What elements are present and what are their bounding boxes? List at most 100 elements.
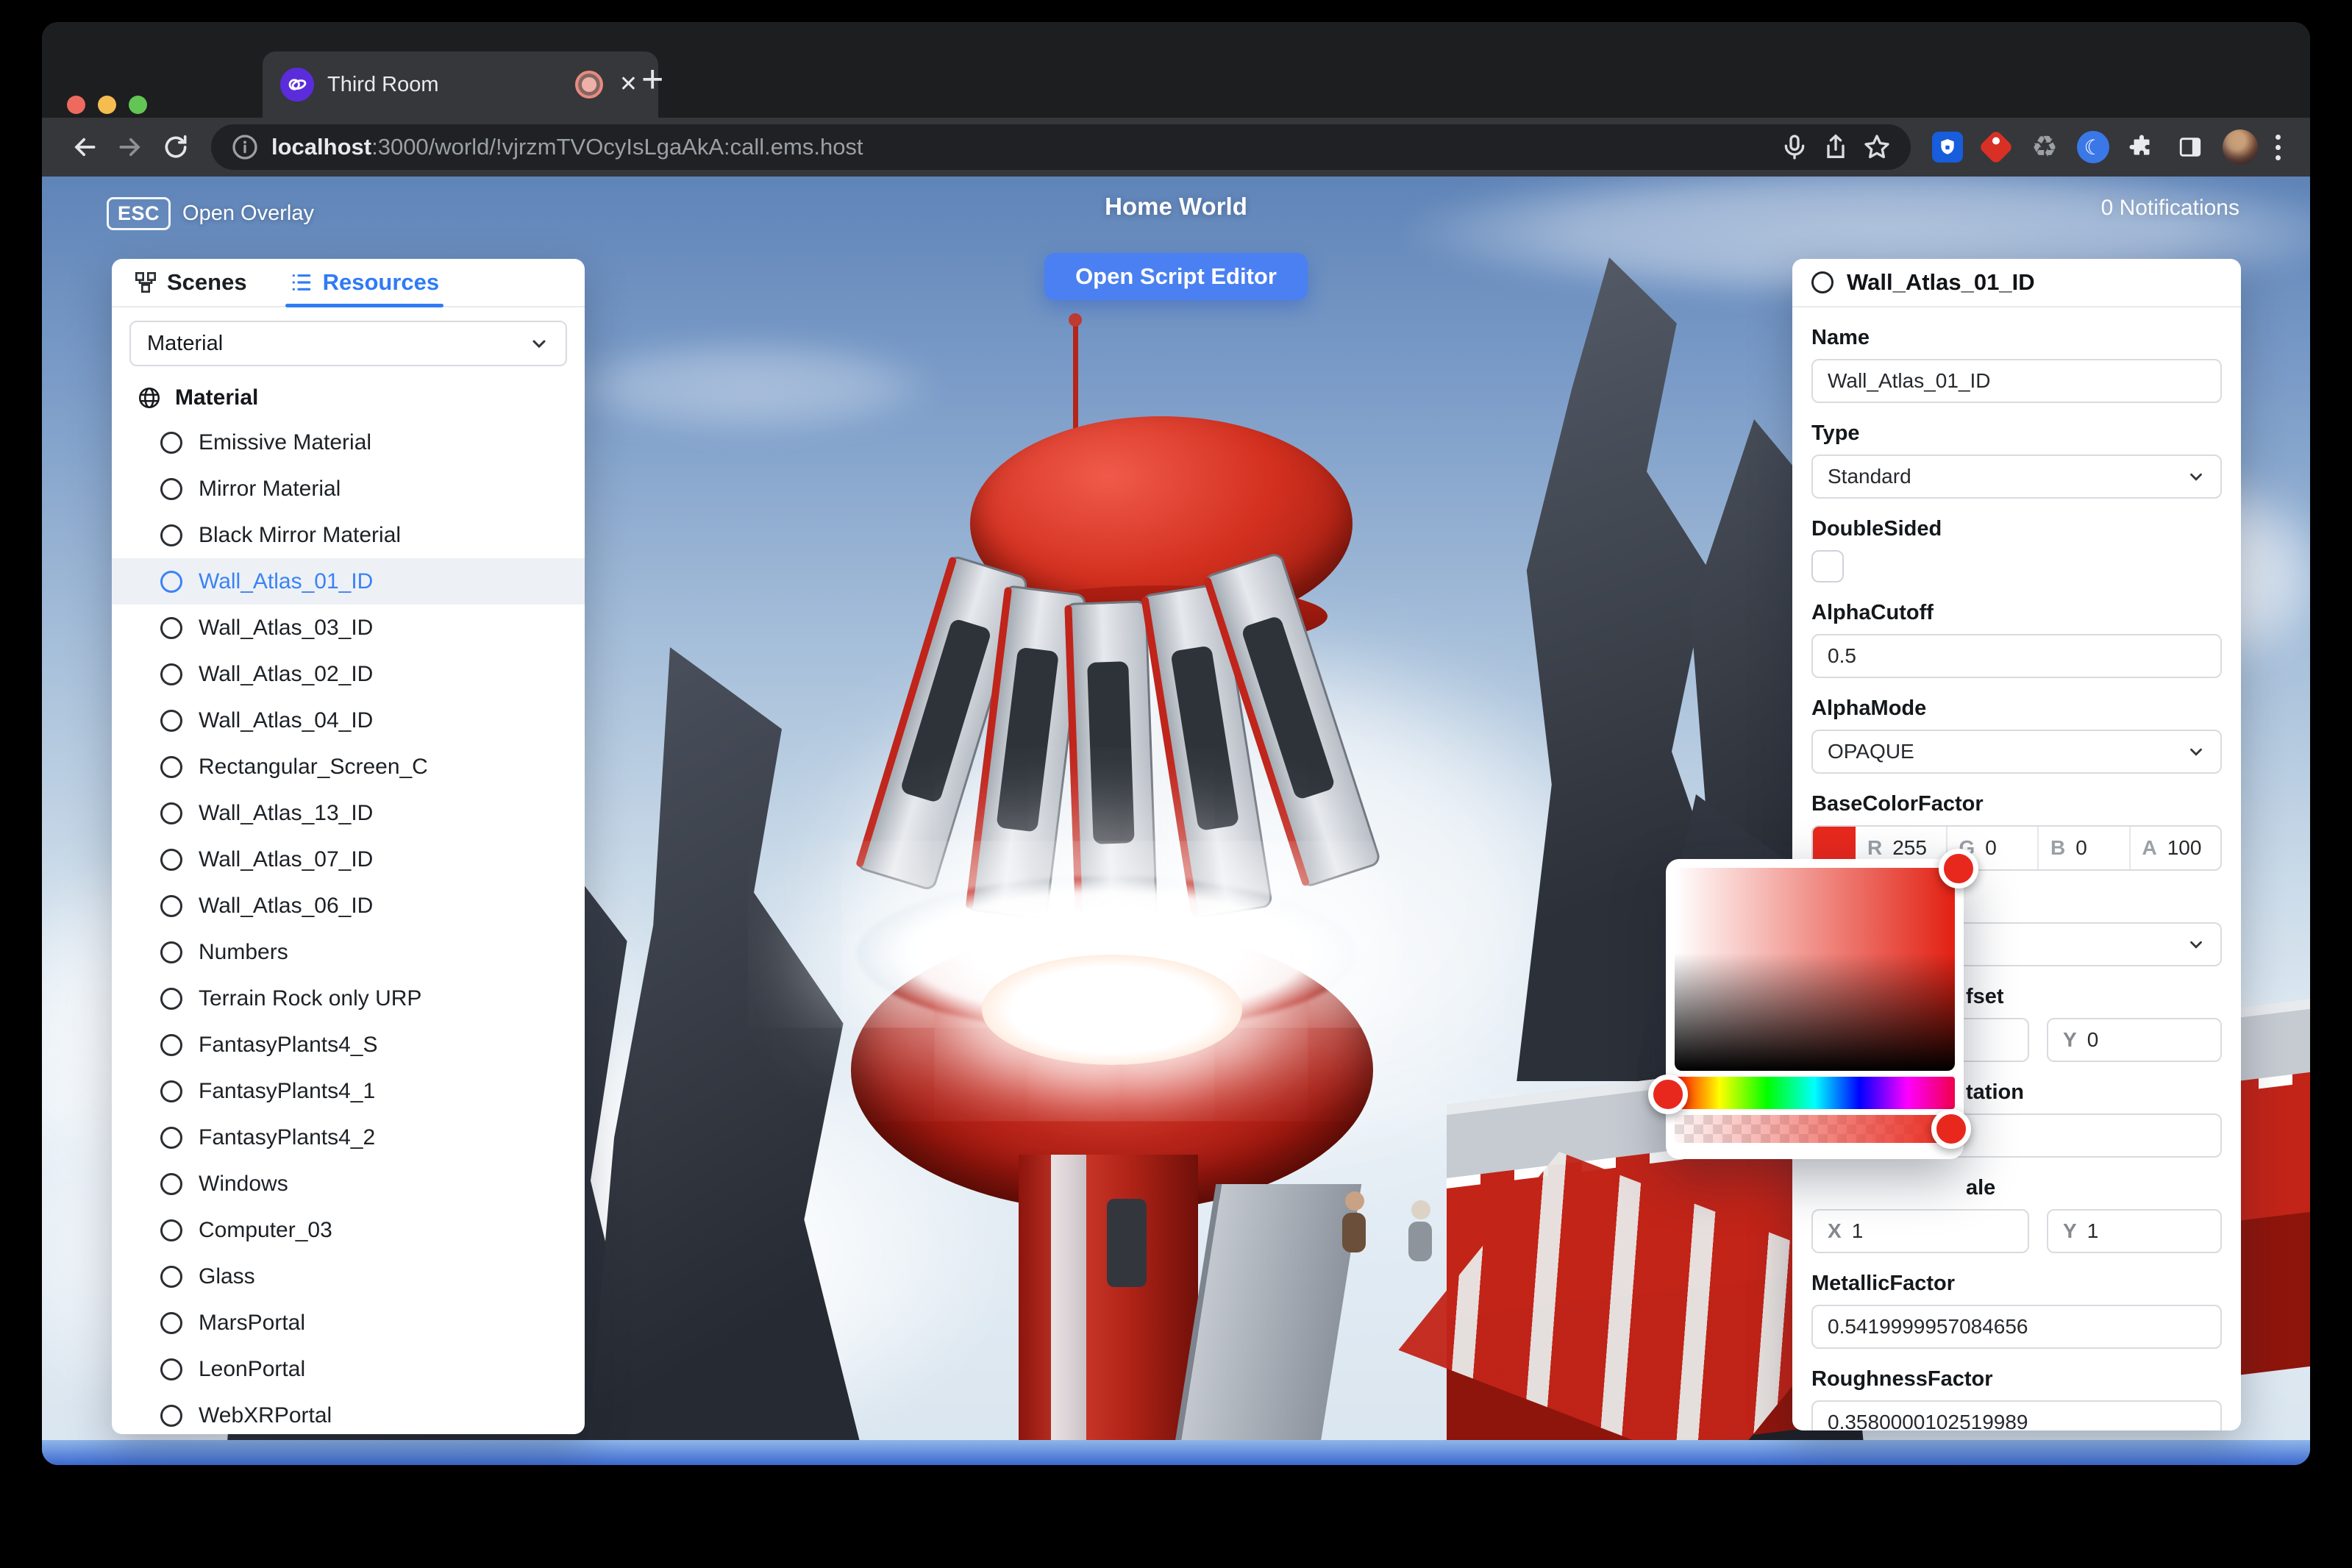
close-window-button[interactable] [67, 96, 85, 114]
blue-channel-input[interactable]: B0 [2037, 827, 2129, 869]
chevron-down-icon [529, 333, 549, 354]
tower-side-fin [1172, 1184, 1362, 1465]
globe-icon [137, 385, 162, 410]
roughnessfactor-input[interactable]: 0.3580000102519989 [1811, 1400, 2222, 1430]
browser-tab[interactable]: Third Room ✕ [263, 51, 658, 118]
texture-scale-label: ale [1811, 1175, 2222, 1200]
texture-scale-y-input[interactable]: Y1 [2047, 1209, 2222, 1253]
hue-handle[interactable] [1648, 1075, 1688, 1114]
resource-list-item[interactable]: Glass [112, 1253, 585, 1300]
resource-list-item[interactable]: FantasyPlants4_2 [112, 1114, 585, 1161]
bookmark-star-icon[interactable] [1862, 132, 1892, 162]
resource-group-header[interactable]: Material [112, 377, 585, 419]
tab-scenes-label: Scenes [167, 269, 247, 296]
tab-scenes[interactable]: Scenes [134, 259, 247, 306]
tower-torus-core [982, 955, 1242, 1065]
resource-list-item[interactable]: Wall_Atlas_13_ID [112, 790, 585, 836]
tab-resources[interactable]: Resources [290, 259, 440, 306]
reload-button[interactable] [155, 126, 196, 168]
properties-title: Wall_Atlas_01_ID [1847, 269, 2035, 296]
doublesided-checkbox[interactable] [1811, 550, 1844, 582]
resource-list-item[interactable]: WebXRPortal [112, 1392, 585, 1434]
hue-slider[interactable] [1675, 1077, 1955, 1109]
address-bar[interactable]: localhost:3000/world/!vjrzmTVOcyIsLgaAkA… [211, 124, 1911, 170]
resource-list-item[interactable]: Numbers [112, 929, 585, 975]
site-info-icon[interactable] [230, 132, 260, 162]
resource-item-label: Glass [199, 1264, 255, 1289]
resource-list-item[interactable]: Black Mirror Material [112, 512, 585, 558]
url-path: :3000/world/!vjrzmTVOcyIsLgaAkA:call.ems… [371, 134, 863, 160]
material-circle-icon [160, 756, 182, 778]
resource-list-item[interactable]: FantasyPlants4_S [112, 1022, 585, 1068]
open-overlay-hint: ESC Open Overlay [107, 197, 314, 230]
material-circle-icon [160, 1405, 182, 1427]
texture-offset-y-input[interactable]: Y0 [2047, 1018, 2222, 1062]
esc-key-badge: ESC [107, 197, 171, 230]
minimize-window-button[interactable] [98, 96, 116, 114]
extension-bitwarden-icon[interactable] [1931, 130, 1964, 164]
resource-list-item[interactable]: Wall_Atlas_02_ID [112, 651, 585, 697]
resource-type-select[interactable]: Material [129, 321, 567, 366]
material-circle-icon [160, 1358, 182, 1380]
alpha-channel-input[interactable]: A100 [2129, 827, 2221, 869]
world-viewport[interactable]: ESC Open Overlay Home World 0 Notificati… [42, 177, 2310, 1465]
avatar-figure [1408, 1200, 1433, 1261]
color-picker-popup [1666, 859, 1964, 1159]
resource-list-item[interactable]: LeonPortal [112, 1346, 585, 1392]
material-circle-icon [160, 710, 182, 732]
scene-hierarchy-icon [134, 271, 157, 294]
resource-item-label: LeonPortal [199, 1357, 305, 1382]
extension-red-icon[interactable] [1979, 130, 2013, 164]
resource-list-item[interactable]: Computer_03 [112, 1207, 585, 1253]
microphone-icon[interactable] [1780, 132, 1809, 162]
alphacutoff-input[interactable]: 0.5 [1811, 634, 2222, 678]
saturation-value-area[interactable] [1675, 868, 1955, 1071]
resource-item-label: Mirror Material [199, 477, 341, 502]
window-controls[interactable] [67, 96, 147, 114]
new-tab-button[interactable]: + [641, 60, 663, 99]
resource-list-item[interactable]: Wall_Atlas_06_ID [112, 883, 585, 929]
cloud [557, 338, 939, 434]
alphamode-select[interactable]: OPAQUE [1811, 730, 2222, 774]
resource-item-label: Wall_Atlas_04_ID [199, 708, 373, 733]
resource-list-item[interactable]: Terrain Rock only URP [112, 975, 585, 1022]
share-icon[interactable] [1821, 132, 1850, 162]
maximize-window-button[interactable] [129, 96, 147, 114]
material-circle-icon [160, 617, 182, 639]
resource-list-item[interactable]: MarsPortal [112, 1300, 585, 1346]
material-circle-icon [160, 941, 182, 963]
resource-list-item[interactable]: Mirror Material [112, 466, 585, 512]
resource-item-label: Wall_Atlas_01_ID [199, 569, 373, 594]
extensions-puzzle-icon[interactable] [2125, 130, 2159, 164]
resource-item-label: Wall_Atlas_03_ID [199, 616, 373, 641]
side-panel-icon[interactable] [2173, 130, 2207, 164]
resource-list-item[interactable]: FantasyPlants4_1 [112, 1068, 585, 1114]
forward-button[interactable] [110, 126, 151, 168]
resource-list-item[interactable]: Emissive Material [112, 419, 585, 466]
browser-menu-icon[interactable] [2276, 135, 2281, 160]
material-circle-icon [160, 524, 182, 546]
resource-list-item[interactable]: Wall_Atlas_03_ID [112, 605, 585, 651]
alpha-slider[interactable] [1675, 1115, 1955, 1143]
metallicfactor-input[interactable]: 0.5419999957084656 [1811, 1305, 2222, 1349]
resource-list-item[interactable]: Wall_Atlas_04_ID [112, 697, 585, 744]
profile-avatar[interactable] [2223, 129, 2258, 165]
resource-list-item[interactable]: Wall_Atlas_07_ID [112, 836, 585, 883]
saturation-handle[interactable] [1939, 849, 1978, 888]
type-select[interactable]: Standard [1811, 455, 2222, 499]
name-input[interactable]: Wall_Atlas_01_ID [1811, 359, 2222, 403]
resource-group-label: Material [175, 385, 258, 410]
close-tab-icon[interactable]: ✕ [616, 71, 641, 99]
alpha-handle[interactable] [1931, 1109, 1971, 1149]
resource-item-label: Wall_Atlas_02_ID [199, 662, 373, 687]
extension-moon-icon[interactable]: ☾ [2076, 130, 2110, 164]
extension-recycle-icon[interactable]: ♻ [2028, 130, 2061, 164]
resource-list-item[interactable]: Wall_Atlas_01_ID [112, 558, 585, 605]
resource-list-item[interactable]: Windows [112, 1161, 585, 1207]
url-text[interactable]: localhost:3000/world/!vjrzmTVOcyIsLgaAkA… [271, 134, 1768, 160]
material-circle-icon [160, 849, 182, 871]
open-script-editor-button[interactable]: Open Script Editor [1044, 253, 1308, 300]
resource-list-item[interactable]: Rectangular_Screen_C [112, 744, 585, 790]
texture-scale-x-input[interactable]: X1 [1811, 1209, 2029, 1253]
back-button[interactable] [64, 126, 105, 168]
